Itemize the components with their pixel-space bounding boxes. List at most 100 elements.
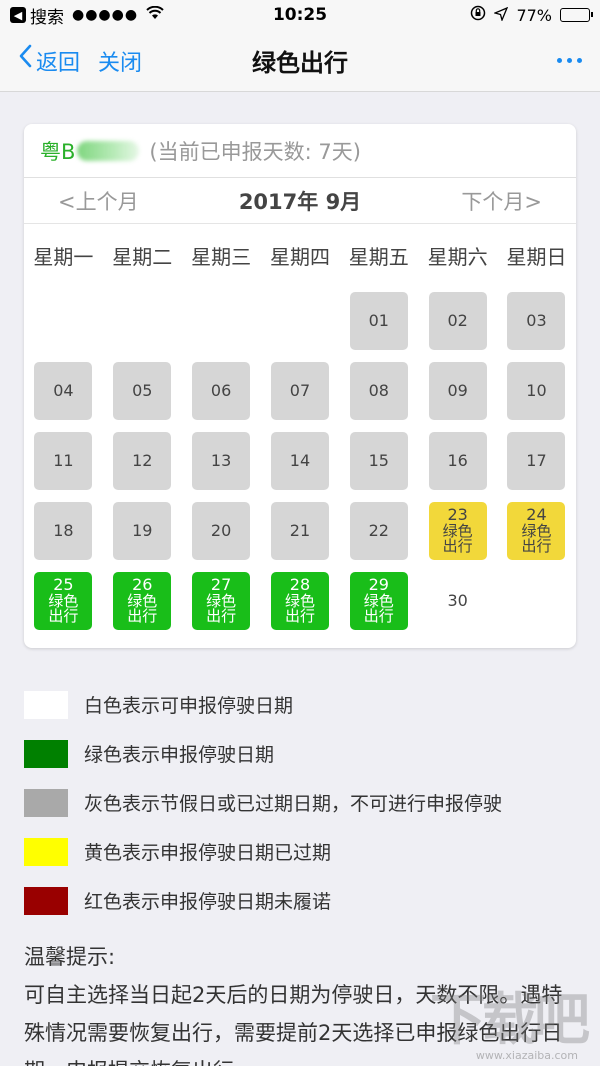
day-number: 13 <box>210 450 232 470</box>
legend-text: 灰色表示节假日或已过期日期，不可进行申报停驶 <box>84 793 503 815</box>
legend-item: 黄色表示申报停驶日期已过期 <box>24 827 584 876</box>
calendar-day-26[interactable]: 26 绿色 出行 <box>113 572 172 630</box>
day-number: 11 <box>53 450 74 470</box>
tips-title: 温馨提示: <box>24 945 116 969</box>
calendar-cell: 18 <box>24 496 103 566</box>
legend-swatch <box>24 886 68 915</box>
calendar-cell: 30 <box>418 566 497 636</box>
calendar-day-09[interactable]: 09 <box>428 362 487 420</box>
wifi-icon <box>146 5 164 24</box>
calendar-grid: 01 02 03 04 05 06 07 08 09 10 11 12 13 14 15 16 17 18 19 20… <box>24 286 576 636</box>
back-to-app-label[interactable]: 搜索 <box>30 3 64 28</box>
calendar-cell: 09 <box>418 356 497 426</box>
calendar-day-19[interactable]: 19 <box>113 502 172 560</box>
legend-swatch <box>24 788 68 817</box>
calendar-cell: 07 <box>261 356 340 426</box>
more-dot-icon <box>577 58 582 63</box>
more-options-button[interactable] <box>557 58 582 63</box>
more-dot-icon <box>567 58 572 63</box>
calendar-cell: 23 绿色 出行 <box>418 496 497 566</box>
calendar-day-10[interactable]: 10 <box>507 362 566 420</box>
day-number: 10 <box>526 380 547 400</box>
calendar-day-29[interactable]: 29 绿色 出行 <box>349 572 408 630</box>
empty-cell <box>261 286 340 356</box>
close-button[interactable]: 关闭 <box>98 45 142 77</box>
back-button[interactable]: 返回 <box>18 44 81 77</box>
location-arrow-icon <box>493 6 509 25</box>
calendar-day-22[interactable]: 22 <box>349 502 408 560</box>
calendar-cell: 21 <box>261 496 340 566</box>
license-plate: 粤B <box>40 139 76 164</box>
status-left: ◀ 搜索 ●●●●● <box>10 3 164 28</box>
calendar-day-05[interactable]: 05 <box>113 362 172 420</box>
calendar-day-04[interactable]: 04 <box>34 362 93 420</box>
day-number: 22 <box>368 520 389 540</box>
day-number: 02 <box>447 310 468 330</box>
day-number: 05 <box>132 380 153 400</box>
empty-cell <box>24 286 103 356</box>
month-title: 2017年 9月 <box>238 189 362 214</box>
day-number: 06 <box>210 380 232 400</box>
weekday-label: 星期一 <box>33 244 94 269</box>
calendar-day-16[interactable]: 16 <box>428 432 487 490</box>
day-tag: 出行 <box>284 607 315 626</box>
calendar-day-15[interactable]: 15 <box>349 432 408 490</box>
calendar-cell: 11 <box>24 426 103 496</box>
calendar-day-01[interactable]: 01 <box>349 292 408 350</box>
status-right: 77% <box>470 5 593 25</box>
tips-section: 温馨提示: 可自主选择当日起2天后的日期为停驶日，天数不限。遇特殊情况需要恢复出… <box>24 938 580 1066</box>
day-number: 18 <box>53 520 74 540</box>
next-month-button[interactable]: 下个月> <box>461 186 542 216</box>
calendar-day-21[interactable]: 21 <box>270 502 329 560</box>
calendar-day-30[interactable]: 30 <box>429 572 487 630</box>
day-number: 15 <box>368 450 389 470</box>
calendar-day-28[interactable]: 28 绿色 出行 <box>270 572 329 630</box>
calendar-day-07[interactable]: 07 <box>270 362 329 420</box>
calendar-day-23[interactable]: 23 绿色 出行 <box>428 502 487 560</box>
calendar-cell: 28 绿色 出行 <box>261 566 340 636</box>
watermark-url: www.xiazaiba.com <box>475 1049 578 1062</box>
chevron-left-icon <box>18 44 32 73</box>
calendar-day-02[interactable]: 02 <box>428 292 487 350</box>
back-to-app-icon[interactable]: ◀ <box>10 7 26 23</box>
calendar-day-13[interactable]: 13 <box>192 432 251 490</box>
calendar-cell: 12 <box>103 426 182 496</box>
calendar-day-08[interactable]: 08 <box>349 362 408 420</box>
more-dot-icon <box>557 58 562 63</box>
calendar-cell: 26 绿色 出行 <box>103 566 182 636</box>
calendar-card: 粤B (当前已申报天数: 7天) <上个月 2017年 9月 下个月> 星期一星… <box>24 124 576 648</box>
calendar-cell: 01 <box>339 286 418 356</box>
calendar-cell: 22 <box>339 496 418 566</box>
day-tag: 出行 <box>206 607 237 626</box>
calendar-cell: 25 绿色 出行 <box>24 566 103 636</box>
calendar-day-27[interactable]: 27 绿色 出行 <box>192 572 251 630</box>
legend-swatch <box>24 739 68 768</box>
calendar-cell: 06 <box>182 356 261 426</box>
calendar-day-20[interactable]: 20 <box>192 502 251 560</box>
calendar-day-17[interactable]: 17 <box>507 432 566 490</box>
legend-text: 白色表示可申报停驶日期 <box>84 695 294 717</box>
calendar-cell: 10 <box>497 356 576 426</box>
color-legend: 白色表示可申报停驶日期 绿色表示申报停驶日期 灰色表示节假日或已过期日期，不可进行申… <box>24 680 584 925</box>
day-tag: 出行 <box>127 607 158 626</box>
calendar-day-03[interactable]: 03 <box>507 292 566 350</box>
legend-text: 红色表示申报停驶日期未履诺 <box>84 891 332 913</box>
battery-percent: 77% <box>516 5 552 25</box>
calendar-day-06[interactable]: 06 <box>192 362 251 420</box>
calendar-day-18[interactable]: 18 <box>34 502 93 560</box>
battery-icon <box>560 8 593 22</box>
calendar-day-25[interactable]: 25 绿色 出行 <box>34 572 93 630</box>
calendar-cell: 24 绿色 出行 <box>497 496 576 566</box>
day-number: 03 <box>526 310 547 330</box>
calendar-day-24[interactable]: 24 绿色 出行 <box>507 502 566 560</box>
prev-month-button[interactable]: <上个月 <box>58 186 139 216</box>
calendar-cell: 27 绿色 出行 <box>182 566 261 636</box>
back-label: 返回 <box>36 50 81 76</box>
calendar-cell: 03 <box>497 286 576 356</box>
calendar-cell: 19 <box>103 496 182 566</box>
calendar-day-12[interactable]: 12 <box>113 432 172 490</box>
calendar-day-14[interactable]: 14 <box>270 432 329 490</box>
calendar-cell: 17 <box>497 426 576 496</box>
day-number: 04 <box>53 380 74 400</box>
calendar-day-11[interactable]: 11 <box>34 432 93 490</box>
